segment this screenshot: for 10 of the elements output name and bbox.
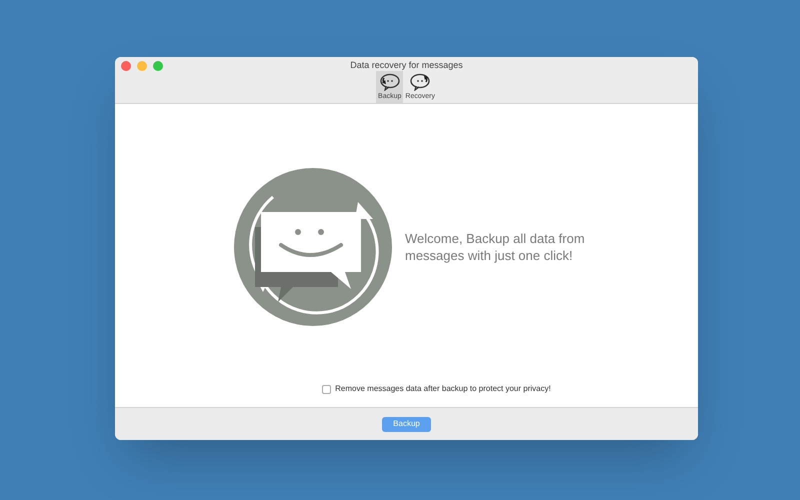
minimize-button[interactable] [137,61,147,71]
close-button[interactable] [121,61,131,71]
speech-bubble-arrow-right-icon [409,73,432,91]
chat-bubble-sync-logo-icon [233,166,393,326]
checkbox[interactable] [322,384,332,394]
checkbox-label: Remove messages data after backup to protect your privacy! [335,383,551,395]
zoom-button[interactable] [153,61,163,71]
speech-bubble-arrow-left-icon [378,73,401,91]
window-title: Data recovery for messages [350,59,463,71]
welcome-message: Welcome, Backup all data from messages with just one click! [405,230,586,264]
